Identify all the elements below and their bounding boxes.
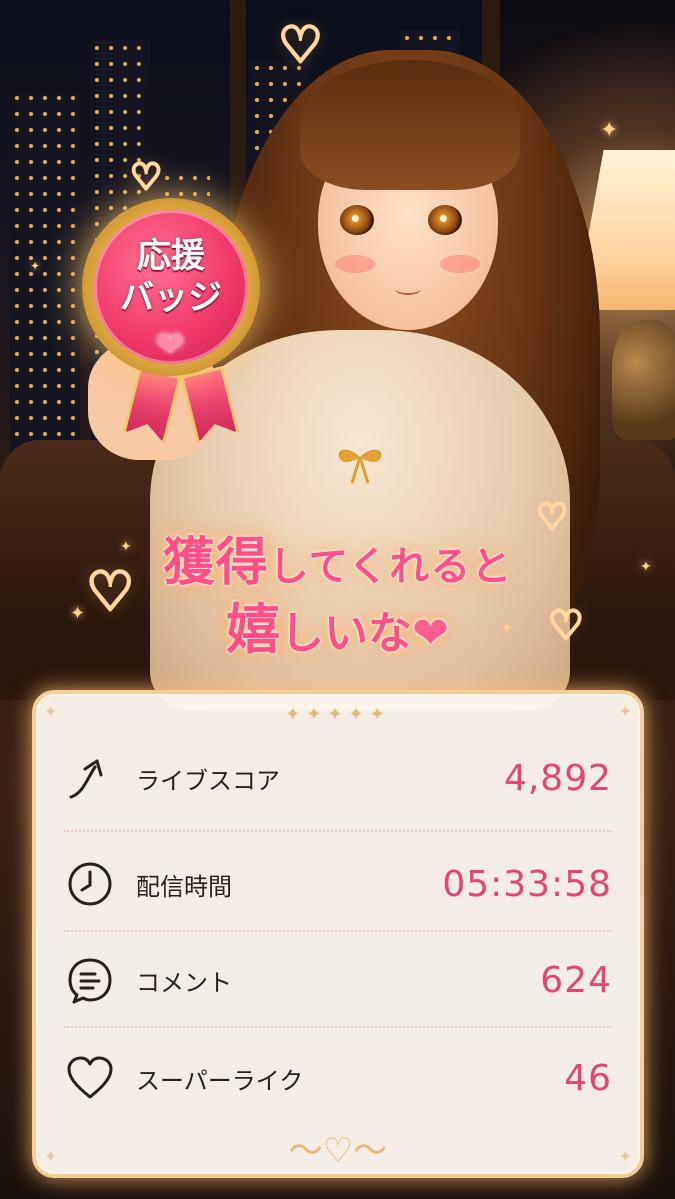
left-eye	[340, 205, 374, 235]
left-blush	[335, 255, 375, 273]
smile	[395, 283, 421, 295]
headline-emphasis: 獲得	[162, 533, 269, 593]
headline-text: しいな	[280, 608, 413, 659]
stat-row-super-likes: スーパーライク 46	[64, 1030, 612, 1126]
sweater-bow-icon	[338, 449, 382, 484]
comment-icon	[64, 954, 116, 1006]
right-eye	[428, 205, 462, 235]
heart-icon	[64, 1052, 116, 1104]
stats-card: ✦✦✦✦✦ ✦ ✦ ✦ ✦ ライブスコア 4,892 配信時間 05:33:58…	[32, 690, 644, 1178]
arrow-up-icon	[64, 752, 116, 804]
character-bangs	[300, 60, 520, 190]
stat-label: コメント	[136, 968, 232, 997]
badge-line2: バッジ	[120, 278, 222, 318]
sparkle-ornament-icon: ✦✦✦✦✦	[285, 704, 391, 725]
stat-row-live-score: ライブスコア 4,892	[64, 730, 612, 826]
stat-label: スーパーライク	[136, 1066, 304, 1095]
divider	[64, 830, 612, 832]
heart-outline-icon: ♡	[277, 16, 325, 74]
headline-text: してくれると	[268, 544, 513, 590]
headline-line2: 嬉しいな❤	[0, 585, 675, 664]
stat-value: 4,892	[503, 757, 612, 799]
headline-emphasis: 嬉	[226, 598, 281, 661]
heart-ornament-icon: ～♡～	[288, 1131, 388, 1171]
stat-value: 46	[564, 1057, 612, 1099]
sparkle-icon: ✦	[30, 259, 41, 273]
stat-row-stream-time: 配信時間 05:33:58	[64, 836, 612, 932]
heart-outline-icon: ♡	[128, 157, 163, 198]
right-blush	[440, 255, 480, 273]
support-badge: 応援 バッジ ❤	[82, 198, 260, 376]
stat-label: 配信時間	[136, 872, 232, 901]
sparkle-icon: ✦	[44, 702, 58, 721]
badge-line1: 応援	[137, 236, 205, 276]
heart-icon: ❤	[412, 608, 449, 659]
lamp-base	[612, 320, 675, 440]
sparkle-icon: ✦	[600, 118, 619, 143]
stat-label: ライブスコア	[136, 766, 280, 795]
sparkle-icon: ✦	[618, 702, 632, 721]
headline-line1: 獲得してくれると	[0, 520, 675, 595]
divider	[64, 1026, 612, 1028]
clock-icon	[64, 858, 116, 910]
badge-heart-icon: ❤	[156, 325, 185, 365]
stat-value: 05:33:58	[442, 863, 612, 905]
screen: 応援 バッジ ❤ ♡ ♡ ♡ ♡ ♡ ✦ ✦ ✦ ✦ ✦ ✦ 獲得してくれると …	[0, 0, 675, 1199]
stat-row-comments: コメント 624	[64, 932, 612, 1028]
stat-value: 624	[540, 959, 612, 1001]
